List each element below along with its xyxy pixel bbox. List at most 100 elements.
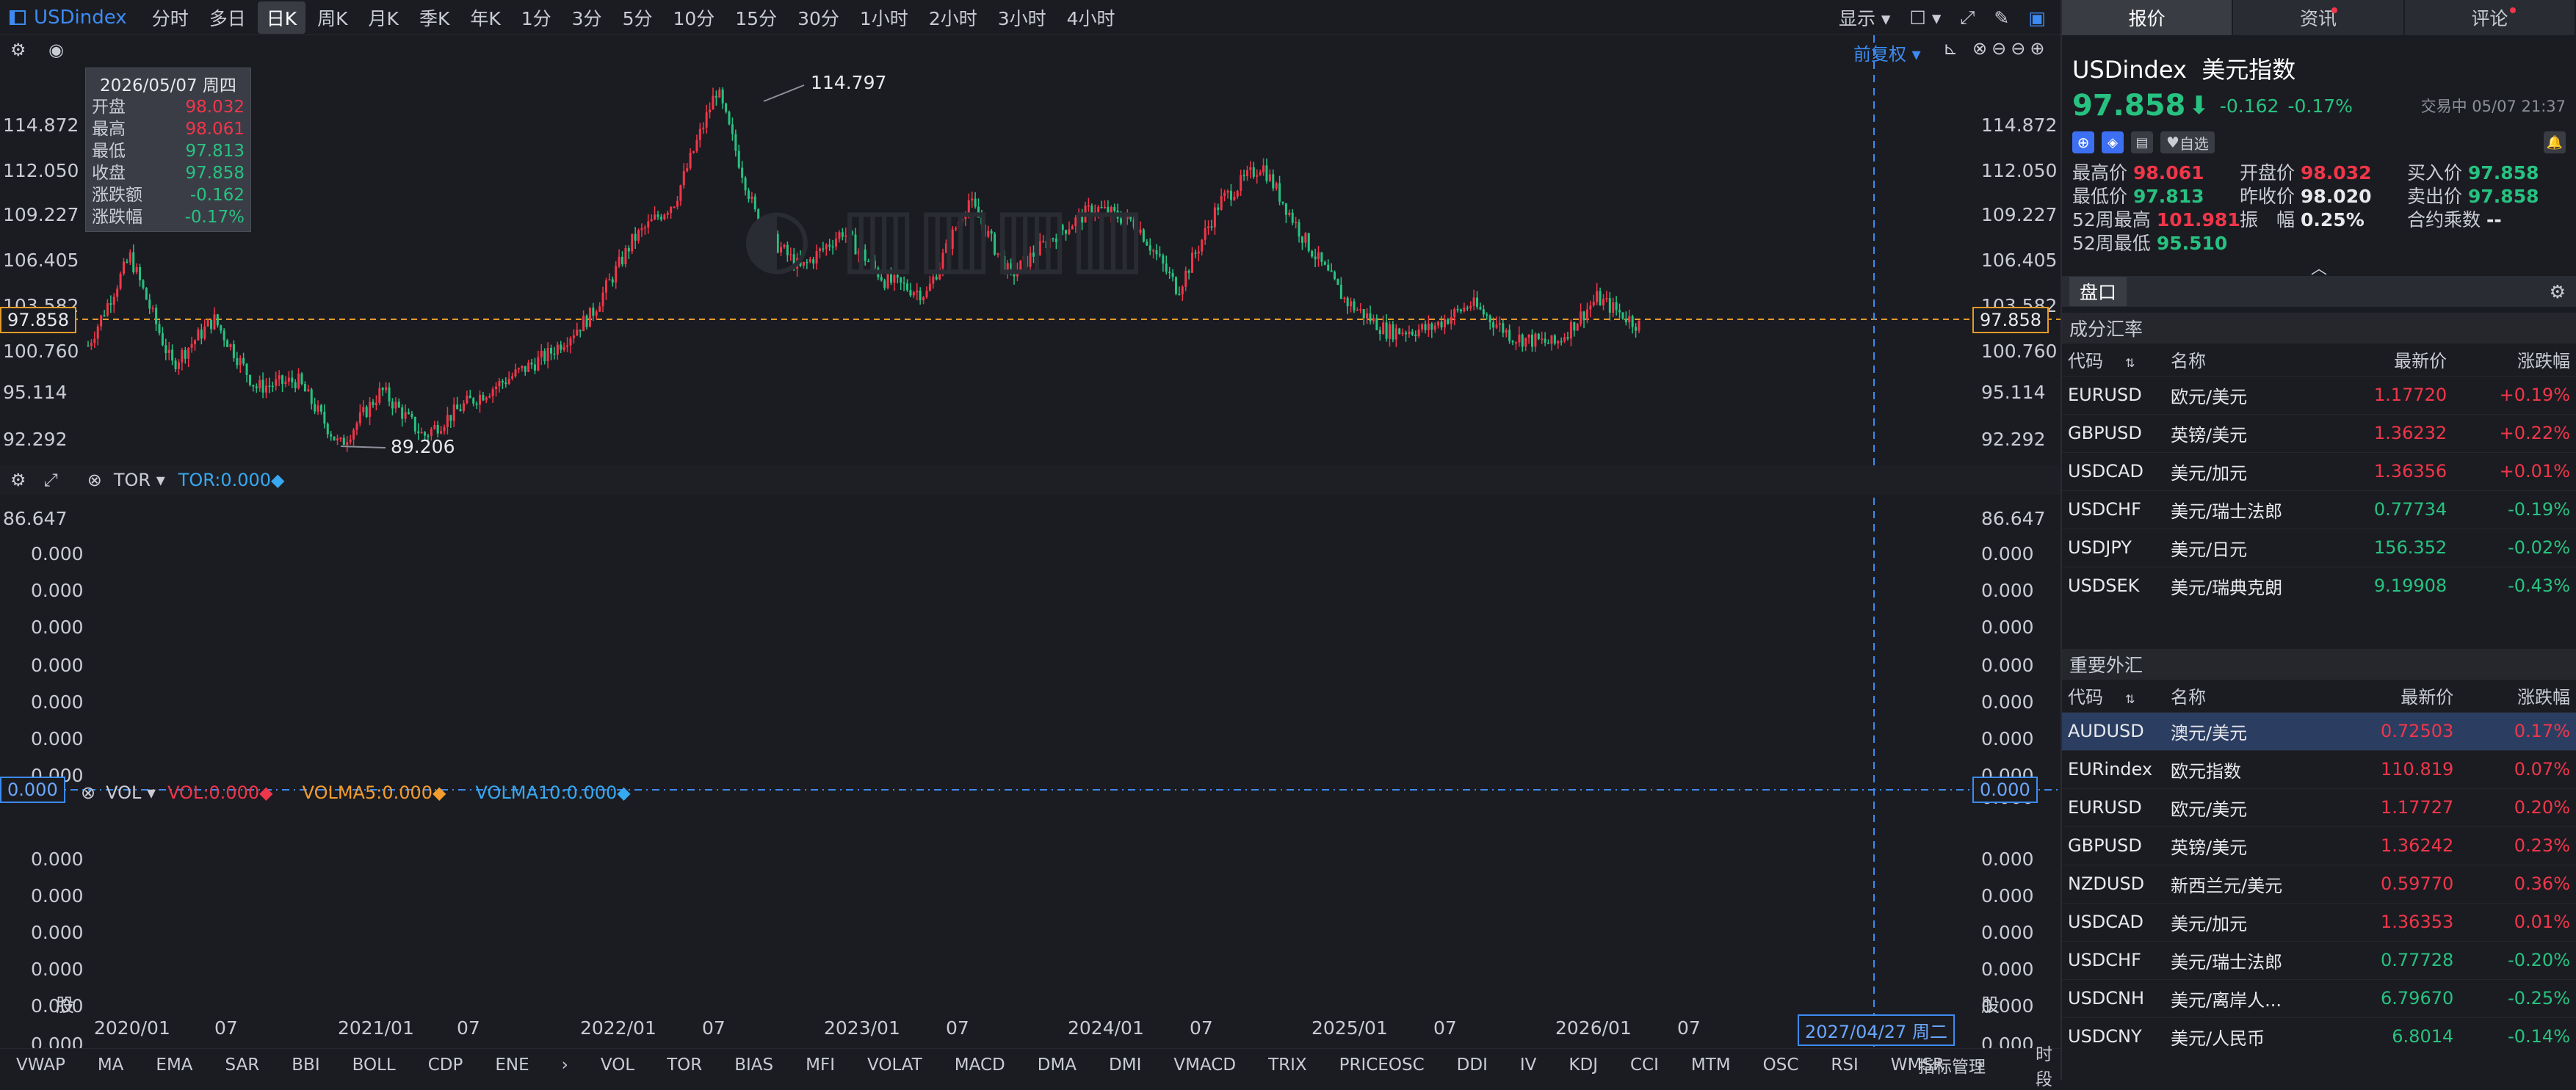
column-header[interactable]: 涨跌幅 (2459, 680, 2576, 712)
indicator-tab[interactable]: SAR (225, 1056, 260, 1075)
vol-selector[interactable]: VOL ▾ (106, 782, 156, 803)
timeframe-tab[interactable]: 4小时 (1058, 1, 1124, 34)
timeframe-tab[interactable]: 3小时 (989, 1, 1055, 34)
indicator-tab[interactable]: CDP (428, 1056, 463, 1075)
indicator-tab[interactable]: ENE (495, 1056, 529, 1075)
fx-row[interactable]: GBPUSD 英镑/美元 1.36242 0.23% (2062, 826, 2576, 865)
timeframe-tab[interactable]: 5分 (614, 1, 662, 34)
column-header[interactable]: 代码 ⇅ (2062, 344, 2165, 376)
collapse-icon[interactable]: ︿ (2062, 255, 2576, 278)
chart-area[interactable]: ⚙ ◉ 前复权 ▾ ⊾ ⊗⊖⊖⊕ ◐ ▥▥▥▥ 114.797 89.206 2… (0, 35, 2061, 1056)
column-header[interactable]: 涨跌幅 (2453, 344, 2576, 376)
tag-icon[interactable]: ◈ (2102, 131, 2124, 153)
timeframe-tab[interactable]: 2小时 (920, 1, 986, 34)
column-header[interactable]: 名称 (2165, 680, 2326, 712)
fx-row[interactable]: NZDUSD 新西兰元/美元 0.59770 0.36% (2062, 865, 2576, 903)
timeframe-tab[interactable]: 分时 (143, 1, 198, 34)
symbol-name[interactable]: USDindex (34, 7, 127, 29)
indicator-tab[interactable]: RSI (1831, 1056, 1858, 1075)
indicator-tab[interactable]: VOL (601, 1056, 634, 1075)
settings-icon[interactable]: ⚙ (10, 470, 26, 490)
indicator-tab[interactable]: MFI (806, 1056, 835, 1075)
layout-menu[interactable]: ☐ ▾ (1909, 7, 1941, 29)
timeframe-tab[interactable]: 日K (257, 1, 306, 34)
indicator-tab[interactable]: BIAS (734, 1056, 773, 1075)
display-menu[interactable]: 显示 ▾ (1839, 4, 1891, 31)
symbol-selector[interactable]: USDindex (9, 7, 127, 29)
indicator-tab[interactable]: BOLL (352, 1056, 396, 1075)
fullscreen-icon[interactable]: ⤢ (1960, 7, 1975, 29)
fx-row[interactable]: USDCNH 美元/离岸人... 6.79670 -0.25% (2062, 979, 2576, 1017)
globe-icon[interactable]: ⊕ (2072, 131, 2094, 153)
tab-quote[interactable]: 报价 (2062, 0, 2234, 35)
timeframe-tab[interactable]: 多日 (200, 1, 255, 34)
timeframe-tab[interactable]: 1小时 (851, 1, 917, 34)
timeframe-tab[interactable]: 月K (360, 1, 408, 34)
tab-comments[interactable]: 评论 (2405, 0, 2576, 35)
indicator-tab[interactable]: TRIX (1268, 1056, 1307, 1075)
sort-icon[interactable]: ⇅ (2125, 692, 2135, 706)
close-icon[interactable]: ⊗ (87, 470, 102, 490)
timeframe-tab[interactable]: 10分 (664, 1, 723, 34)
indicator-tab[interactable]: PRICEOSC (1339, 1056, 1425, 1075)
indicator-tab[interactable]: EMA (156, 1056, 192, 1075)
fx-row[interactable]: EURUSD 欧元/美元 1.17727 0.20% (2062, 788, 2576, 826)
timeframe-tab[interactable]: 30分 (789, 1, 848, 34)
indicator-tab[interactable]: VWAP (16, 1056, 65, 1075)
tab-news[interactable]: 资讯 (2233, 0, 2405, 35)
timeframe-tab[interactable]: 周K (308, 1, 356, 34)
indicator-tab[interactable]: CCI (1630, 1056, 1659, 1075)
sort-icon[interactable]: ⇅ (2125, 356, 2135, 370)
component-row[interactable]: USDCHF 美元/瑞士法郎 0.77734 -0.19% (2062, 490, 2576, 528)
component-row[interactable]: GBPUSD 英镑/美元 1.36232 +0.22% (2062, 414, 2576, 452)
chevron-right-icon[interactable]: › (562, 1056, 568, 1075)
component-row[interactable]: EURUSD 欧元/美元 1.17720 +0.19% (2062, 376, 2576, 414)
tor-chevron-icon[interactable]: ◆ (271, 470, 284, 490)
component-row[interactable]: USDSEK 美元/瑞典克朗 9.19908 -0.43% (2062, 567, 2576, 605)
timeframe-tab[interactable]: 1分 (513, 1, 560, 34)
component-row[interactable]: USDJPY 美元/日元 156.352 -0.02% (2062, 528, 2576, 567)
note-icon[interactable]: ▤ (2131, 131, 2153, 153)
price-chart-svg[interactable] (0, 35, 2061, 1056)
settings-icon[interactable]: ⚙ (2550, 281, 2566, 302)
indicator-tab[interactable]: DDI (1457, 1056, 1488, 1075)
fx-row[interactable]: EURindex 欧元指数 110.819 0.07% (2062, 750, 2576, 788)
indicator-tab[interactable]: DMI (1109, 1056, 1141, 1075)
timeframe-tab[interactable]: 15分 (726, 1, 786, 34)
timeframe-tab[interactable]: 季K (410, 1, 458, 34)
expand-icon[interactable]: ⤢ (44, 470, 58, 490)
indicator-tab[interactable]: MA (98, 1056, 124, 1075)
close-icon[interactable]: ⊗ (81, 782, 95, 803)
column-header[interactable]: 名称 (2165, 344, 2326, 376)
fx-row[interactable]: USDCNY 美元/人民币 6.8014 -0.14% (2062, 1017, 2576, 1056)
add-watchlist-button[interactable]: ♥ 自选 (2160, 131, 2215, 153)
candle-body (1245, 170, 1248, 176)
pankou-tab[interactable]: 盘口 (2069, 277, 2127, 306)
indicator-tab[interactable]: VOLAT (867, 1056, 922, 1075)
indicator-tab[interactable]: BBI (292, 1056, 319, 1075)
timeframe-tab[interactable]: 年K (461, 1, 509, 34)
timeframe-tab[interactable]: 3分 (563, 1, 611, 34)
fx-row[interactable]: USDCAD 美元/加元 1.36353 0.01% (2062, 903, 2576, 941)
sidebar-toggle-icon[interactable] (9, 9, 26, 26)
draw-tool-icon[interactable]: ✎ (1994, 7, 2009, 29)
indicator-tab[interactable]: MTM (1691, 1056, 1731, 1075)
fx-row[interactable]: AUDUSD 澳元/美元 0.72503 0.17% (2062, 712, 2576, 750)
component-row[interactable]: USDCAD 美元/加元 1.36356 +0.01% (2062, 452, 2576, 490)
indicator-manage-button[interactable]: 指标管理 (1918, 1053, 1986, 1078)
bell-icon[interactable]: 🔔 (2544, 131, 2566, 153)
indicator-tab[interactable]: IV (1520, 1056, 1537, 1075)
indicator-tab[interactable]: MACD (955, 1056, 1005, 1075)
indicator-tab[interactable]: OSC (1763, 1056, 1799, 1075)
column-header[interactable]: 代码 ⇅ (2062, 680, 2165, 712)
timeshare-button[interactable]: 时段 (2036, 1040, 2052, 1090)
tor-selector[interactable]: TOR ▾ (114, 470, 165, 490)
column-header[interactable]: 最新价 (2326, 680, 2459, 712)
column-header[interactable]: 最新价 (2326, 344, 2453, 376)
indicator-tab[interactable]: KDJ (1569, 1056, 1598, 1075)
indicator-tab[interactable]: TOR (667, 1056, 702, 1075)
indicator-tab[interactable]: VMACD (1173, 1056, 1236, 1075)
fx-row[interactable]: USDCHF 美元/瑞士法郎 0.77728 -0.20% (2062, 941, 2576, 979)
panel-toggle-icon[interactable]: ▣ (2028, 7, 2046, 29)
indicator-tab[interactable]: DMA (1038, 1056, 1077, 1075)
